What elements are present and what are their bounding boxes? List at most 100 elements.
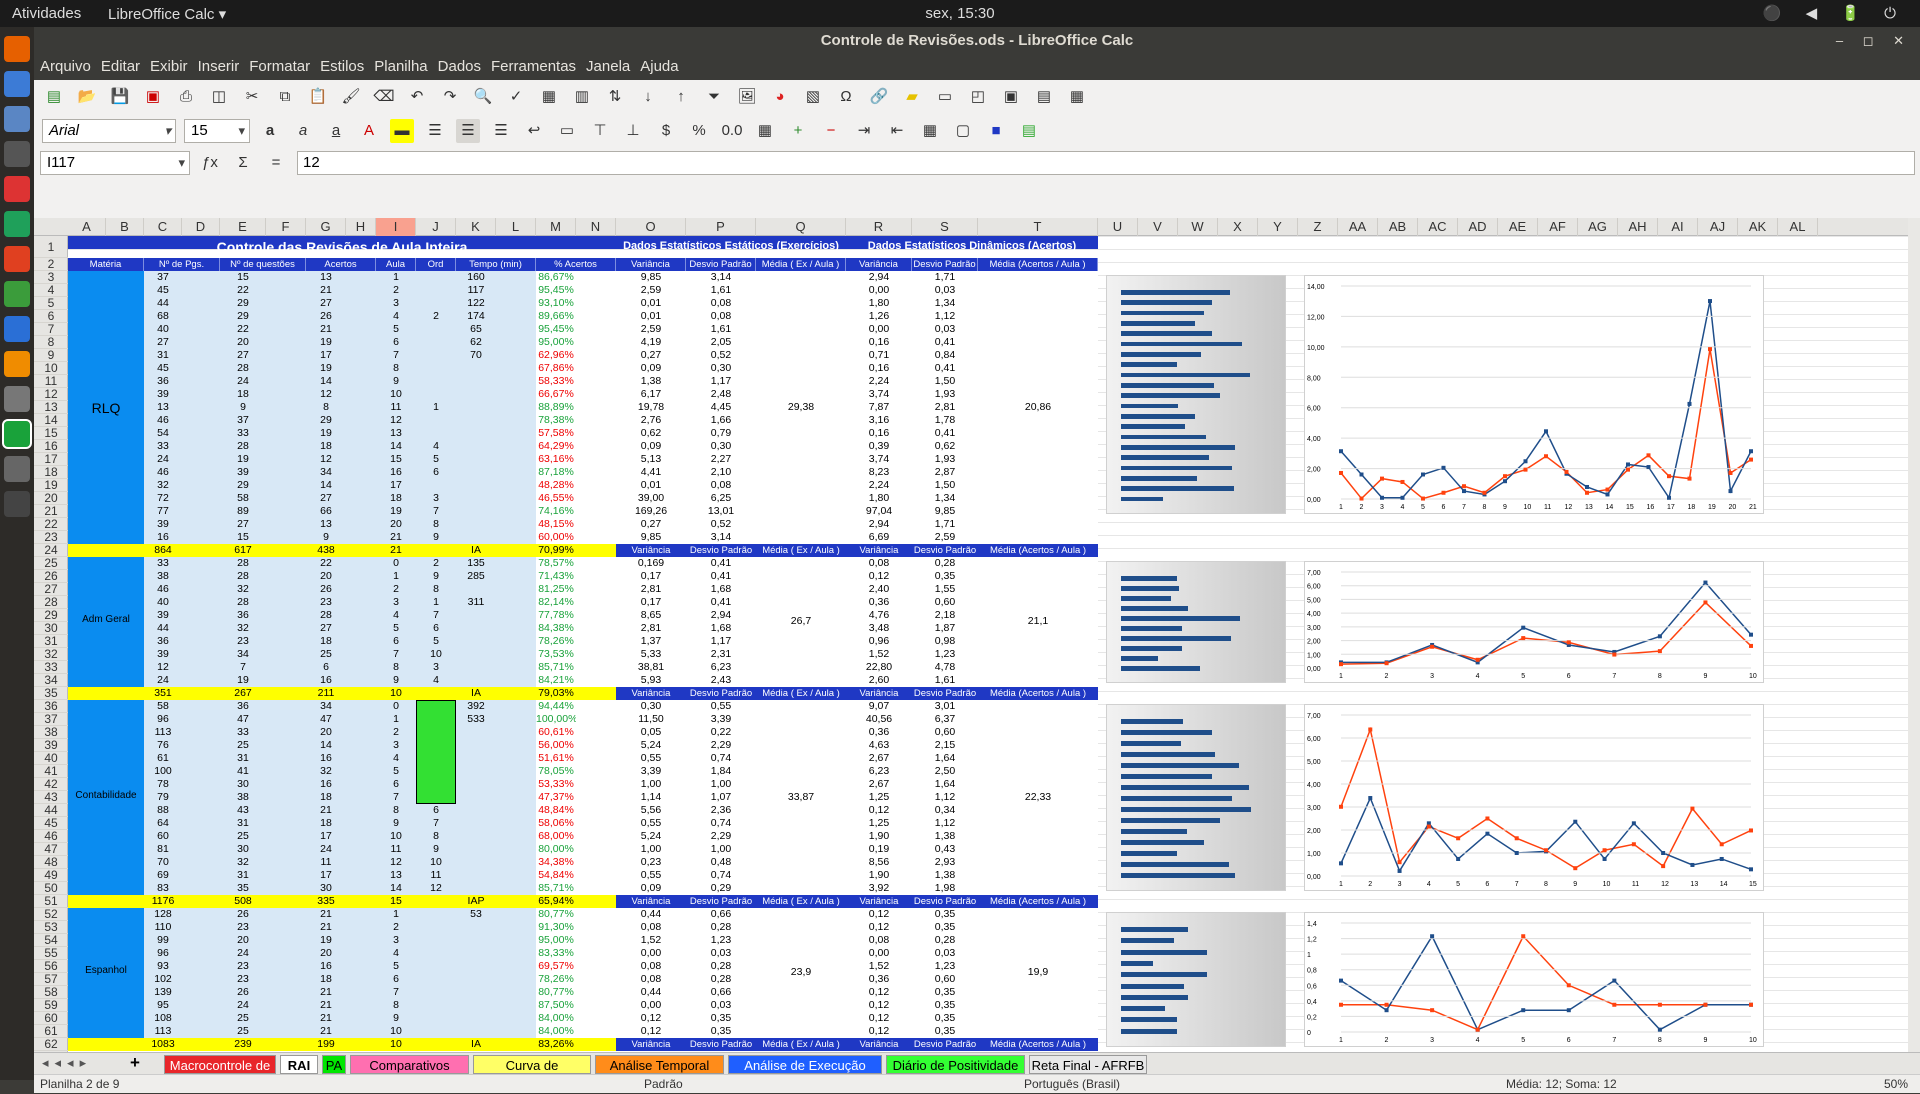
data-cell[interactable]: 0,12 xyxy=(846,908,912,921)
data-cell[interactable]: 108 xyxy=(144,1012,182,1025)
data-cell[interactable]: 32 xyxy=(306,765,346,778)
data-cell[interactable] xyxy=(456,986,496,999)
column-header-B[interactable]: B xyxy=(106,218,144,236)
data-cell[interactable]: 2,10 xyxy=(686,466,756,479)
stats-subheader[interactable]: Desvio Padrão xyxy=(686,687,756,700)
data-cell[interactable]: 83 xyxy=(144,882,182,895)
data-cell[interactable]: 2 xyxy=(376,921,416,934)
stats-subheader[interactable]: Variância xyxy=(846,687,912,700)
outdent-icon[interactable]: ⇤ xyxy=(885,119,909,143)
data-cell[interactable]: 0,41 xyxy=(912,427,978,440)
stats-subheader[interactable]: Variância xyxy=(616,687,686,700)
data-cell[interactable] xyxy=(456,791,496,804)
save-icon[interactable]: 💾 xyxy=(108,85,132,109)
data-cell[interactable]: 0,03 xyxy=(912,284,978,297)
data-cell[interactable]: 0,12 xyxy=(846,804,912,817)
total-cell[interactable]: 79,03% xyxy=(536,687,576,700)
data-cell[interactable]: 0,03 xyxy=(686,947,756,960)
data-cell[interactable]: 7 xyxy=(376,986,416,999)
vlc-icon[interactable] xyxy=(4,351,30,377)
data-cell[interactable]: 7 xyxy=(220,661,266,674)
total-cell[interactable]: 65,94% xyxy=(536,895,576,908)
data-cell[interactable]: 1 xyxy=(376,908,416,921)
column-header-I[interactable]: I xyxy=(376,218,416,236)
stats-subheader[interactable]: Desvio Padrão xyxy=(912,544,978,557)
data-cell[interactable]: 0,12 xyxy=(846,1012,912,1025)
highlight-icon[interactable]: ▬ xyxy=(390,119,414,143)
copy-icon[interactable]: ⧉ xyxy=(273,85,297,109)
data-cell[interactable]: 14 xyxy=(306,479,346,492)
data-cell[interactable]: 21 xyxy=(306,908,346,921)
indent-icon[interactable]: ⇥ xyxy=(852,119,876,143)
bar-chart-3[interactable] xyxy=(1106,912,1286,1047)
column-header-P[interactable]: P xyxy=(686,218,756,236)
data-cell[interactable]: 10 xyxy=(376,388,416,401)
data-cell[interactable]: 21 xyxy=(306,804,346,817)
data-cell[interactable]: 20 xyxy=(306,726,346,739)
data-cell[interactable]: 4 xyxy=(376,310,416,323)
data-cell[interactable]: 19 xyxy=(376,505,416,518)
data-cell[interactable]: 0,27 xyxy=(616,349,686,362)
data-cell[interactable]: 0,52 xyxy=(686,349,756,362)
data-cell[interactable]: 0,23 xyxy=(616,856,686,869)
data-cell[interactable]: 1,14 xyxy=(616,791,686,804)
data-cell[interactable] xyxy=(456,1025,496,1038)
data-cell[interactable]: 3,48 xyxy=(846,622,912,635)
data-cell[interactable]: 27 xyxy=(144,336,182,349)
data-cell[interactable]: 1,23 xyxy=(686,934,756,947)
data-cell[interactable]: 36 xyxy=(220,609,266,622)
filter-icon[interactable]: ⏷ xyxy=(702,85,726,109)
data-cell[interactable]: 27 xyxy=(306,622,346,635)
data-cell[interactable]: 56,00% xyxy=(536,739,576,752)
sheet-tab[interactable]: Análise Temporal xyxy=(595,1055,724,1074)
data-cell[interactable] xyxy=(456,765,496,778)
tab-nav-arrows[interactable]: ◂◂◂▸ xyxy=(42,1055,92,1071)
data-cell[interactable]: 33 xyxy=(220,427,266,440)
data-cell[interactable]: 0,00 xyxy=(846,323,912,336)
data-cell[interactable]: 21 xyxy=(306,999,346,1012)
data-cell[interactable]: 27 xyxy=(220,518,266,531)
data-cell[interactable] xyxy=(416,336,456,349)
writer-icon[interactable] xyxy=(4,106,30,132)
data-cell[interactable]: 95,00% xyxy=(536,336,576,349)
data-cell[interactable]: 6 xyxy=(416,466,456,479)
data-cell[interactable]: 102 xyxy=(144,973,182,986)
data-cell[interactable]: 31 xyxy=(220,752,266,765)
data-cell[interactable]: 0,36 xyxy=(846,596,912,609)
data-cell[interactable]: 160 xyxy=(456,271,496,284)
data-cell[interactable] xyxy=(416,362,456,375)
data-cell[interactable]: 16 xyxy=(306,778,346,791)
data-cell[interactable]: 3,01 xyxy=(912,700,978,713)
data-cell[interactable]: 1,23 xyxy=(912,960,978,973)
data-cell[interactable]: 2,36 xyxy=(686,804,756,817)
data-cell[interactable]: 32 xyxy=(220,856,266,869)
data-cell[interactable] xyxy=(456,453,496,466)
data-cell[interactable]: 6 xyxy=(306,661,346,674)
data-cell[interactable] xyxy=(416,323,456,336)
data-cell[interactable] xyxy=(456,843,496,856)
data-cell[interactable]: 66,67% xyxy=(536,388,576,401)
bar-chart-2[interactable] xyxy=(1106,704,1286,891)
data-cell[interactable]: 1,87 xyxy=(912,622,978,635)
data-cell[interactable]: 95,45% xyxy=(536,284,576,297)
data-cell[interactable] xyxy=(456,960,496,973)
data-cell[interactable]: 46 xyxy=(144,583,182,596)
border-style-icon[interactable]: ▢ xyxy=(951,119,975,143)
sheet-tab[interactable]: Macrocontrole de Revisões xyxy=(164,1055,276,1092)
data-cell[interactable]: 47 xyxy=(220,713,266,726)
data-cell[interactable]: 95,00% xyxy=(536,934,576,947)
column-header-AE[interactable]: AE xyxy=(1498,218,1538,236)
data-cell[interactable]: 95,45% xyxy=(536,323,576,336)
row-header[interactable]: 1 xyxy=(34,236,68,258)
data-cell[interactable]: 12 xyxy=(416,882,456,895)
data-cell[interactable]: 91,30% xyxy=(536,921,576,934)
stats-subheader[interactable]: Variância xyxy=(846,544,912,557)
data-cell[interactable]: 2,67 xyxy=(846,778,912,791)
menu-planilha[interactable]: Planilha xyxy=(374,58,427,75)
data-cell[interactable]: 5 xyxy=(416,635,456,648)
sort-icon[interactable]: ⇅ xyxy=(603,85,627,109)
data-cell[interactable]: 70 xyxy=(456,349,496,362)
sheet-tab[interactable]: Diário de Positividade xyxy=(886,1055,1025,1074)
data-cell[interactable]: 33 xyxy=(220,726,266,739)
data-cell[interactable]: 0,12 xyxy=(846,570,912,583)
